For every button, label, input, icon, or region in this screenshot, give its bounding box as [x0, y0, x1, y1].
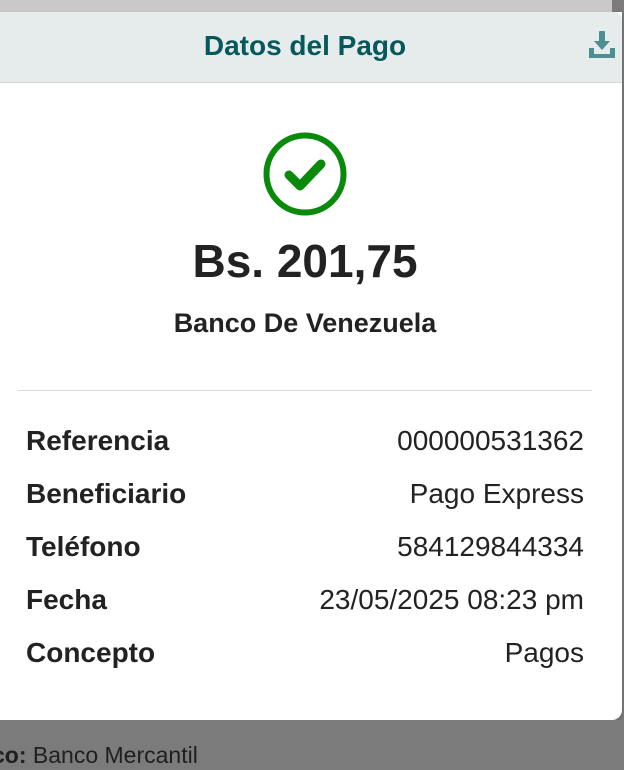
background-top [0, 0, 624, 12]
modal-title: Datos del Pago [203, 30, 407, 61]
background-top-light [0, 0, 612, 12]
detail-row-phone: Teléfono 584129844334 [26, 528, 584, 581]
detail-label: Concepto [26, 637, 156, 668]
modal-header: Datos del Pago [0, 12, 622, 83]
payment-details: Referencia 000000531362 Beneficiario Pag… [26, 422, 584, 687]
detail-row-beneficiary: Beneficiario Pago Express [26, 475, 584, 528]
detail-label: Fecha [26, 584, 107, 615]
download-icon[interactable] [586, 28, 618, 60]
payment-receipt-modal: Datos del Pago Bs. 201,75 Banco De Venez… [0, 12, 622, 720]
detail-row-reference: Referencia 000000531362 [26, 422, 584, 475]
divider [18, 390, 592, 391]
detail-label: Teléfono [26, 531, 141, 562]
payment-amount: Bs. 201,75 [192, 235, 418, 287]
detail-value: Pago Express [409, 478, 584, 509]
detail-value: 584129844334 [397, 531, 584, 562]
background-bank-text: co: Banco Mercantil [0, 740, 198, 770]
background-bank-label: co: [0, 742, 27, 768]
detail-value: Pagos [504, 637, 584, 668]
detail-value: 23/05/2025 08:23 pm [319, 584, 584, 615]
detail-row-date: Fecha 23/05/2025 08:23 pm [26, 581, 584, 634]
detail-value: 000000531362 [397, 425, 584, 456]
bank-name: Banco De Venezuela [173, 308, 437, 338]
detail-row-concept: Concepto Pagos [26, 634, 584, 687]
check-circle-icon [262, 131, 348, 217]
detail-label: Referencia [26, 425, 170, 456]
background-bank-value: Banco Mercantil [32, 742, 198, 768]
detail-label: Beneficiario [26, 478, 187, 509]
